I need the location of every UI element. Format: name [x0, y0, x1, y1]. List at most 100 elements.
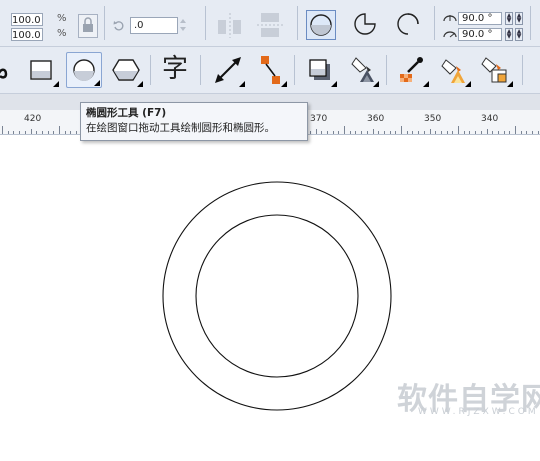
rotation-spinner-icon[interactable] [179, 18, 187, 32]
text-tool[interactable]: 字 [158, 52, 194, 88]
ruler-tick [315, 129, 317, 134]
rectangle-flyout-icon[interactable] [53, 81, 59, 87]
ruler-tick [309, 131, 311, 134]
tooltip-description: 在绘图窗口拖动工具绘制圆形和椭圆形。 [86, 122, 275, 134]
scale-width-input[interactable]: 100.0 [11, 13, 43, 26]
ruler-tick [537, 131, 539, 134]
ruler-tick [24, 131, 26, 134]
ruler-tick [76, 131, 78, 134]
drop-shadow-tool[interactable] [302, 52, 338, 88]
ruler-tick [36, 131, 38, 134]
ruler-tick [532, 131, 534, 134]
ruler-tick [452, 131, 454, 134]
ruler-tick [526, 131, 528, 134]
ruler-tick [435, 131, 437, 134]
eyedropper-tool[interactable] [394, 52, 430, 88]
ruler-tick [446, 131, 448, 134]
ruler-tick [497, 131, 499, 134]
polygon-flyout-icon[interactable] [137, 81, 143, 87]
ruler-tick [480, 131, 482, 134]
end-angle-spinner[interactable]: ▲ ▼ [505, 28, 513, 41]
ruler-label: 370 [310, 114, 328, 124]
ruler-tick [440, 131, 442, 134]
smart-fill-flyout-icon[interactable] [507, 81, 513, 87]
rotation-input[interactable]: .0 [130, 17, 178, 34]
ruler-tick [47, 131, 49, 134]
ellipse-flyout-icon[interactable] [94, 80, 100, 86]
transparency-tool[interactable] [344, 52, 380, 88]
ellipse-tool[interactable] [66, 52, 102, 88]
arc-mode-button[interactable] [394, 10, 424, 40]
ruler-tick [13, 131, 15, 134]
drop-shadow-flyout-icon[interactable] [331, 81, 337, 87]
ruler-tick [520, 131, 522, 134]
ruler-tick [401, 126, 402, 134]
ruler-tick [463, 131, 465, 134]
ruler-tick [349, 131, 351, 134]
end-angle-input[interactable]: 90.0 ° [458, 28, 502, 41]
connector-tool[interactable] [252, 52, 288, 88]
ruler-tick [366, 131, 368, 134]
toolbox: 字 [0, 47, 540, 94]
outer-circle[interactable] [162, 181, 392, 411]
ruler-tick [344, 126, 345, 134]
interactive-fill-flyout-icon[interactable] [465, 81, 471, 87]
start-angle-input[interactable]: 90.0 ° [458, 12, 502, 25]
smart-fill-tool[interactable] [478, 52, 514, 88]
ellipse-icon [310, 14, 332, 36]
start-angle-spinner[interactable]: ▲ ▼ [505, 12, 513, 25]
ruler-tick [378, 131, 380, 134]
transparency-flyout-icon[interactable] [373, 81, 379, 87]
ruler-tick [321, 131, 323, 134]
scale-height-input[interactable]: 100.0 [11, 28, 43, 41]
ruler-tick [458, 126, 459, 134]
eyedropper-flyout-icon[interactable] [423, 81, 429, 87]
ruler-tick [429, 129, 431, 134]
ruler-tick [332, 131, 334, 134]
ruler-tick [383, 131, 385, 134]
dimension-flyout-icon[interactable] [239, 81, 245, 87]
ruler-tick [492, 131, 494, 134]
scale-height-percent: % [57, 28, 67, 39]
ruler-tick [7, 131, 9, 134]
curve-icon [0, 68, 8, 79]
start-angle-icon [442, 13, 458, 25]
rectangle-tool[interactable] [24, 52, 60, 88]
ruler-tick [395, 131, 397, 134]
freehand-tool[interactable] [0, 52, 12, 88]
ruler-tick [412, 131, 414, 134]
ruler-tick [509, 131, 511, 134]
ruler-tick [53, 131, 55, 134]
inner-circle[interactable] [195, 214, 359, 378]
ruler-tick [70, 131, 72, 134]
ruler-label: 340 [481, 114, 499, 124]
end-angle-spinner-2[interactable]: ▲ ▼ [515, 28, 523, 41]
start-angle-spinner-2[interactable]: ▲ ▼ [515, 12, 523, 25]
watermark-url: WWW.RJZXW.COM [418, 407, 539, 417]
property-bar: 100.0 100.0 % % .0 90.0 ° ▲ ▼ ▲ ▼ 90.0 ° ▲… [0, 0, 540, 47]
pie-mode-button[interactable] [351, 10, 381, 40]
dimension-tool[interactable] [210, 52, 246, 88]
ruler-tick [355, 131, 357, 134]
text-tool-glyph: 字 [162, 54, 189, 84]
end-angle-icon [442, 29, 458, 41]
ruler-tick [389, 131, 391, 134]
ruler-tick [515, 126, 516, 134]
ruler-label: 420 [24, 114, 42, 124]
interactive-fill-tool[interactable] [436, 52, 472, 88]
ruler-tick [30, 129, 32, 134]
polygon-tool[interactable] [108, 52, 144, 88]
lock-ratio-icon[interactable] [78, 14, 98, 38]
mirror-horizontal-icon[interactable] [215, 11, 245, 39]
ruler-tick [475, 131, 477, 134]
ruler-tick [64, 131, 66, 134]
rotation-icon [113, 19, 125, 31]
mirror-vertical-icon[interactable] [255, 11, 285, 39]
connector-flyout-icon[interactable] [281, 81, 287, 87]
ellipse-mode-button[interactable] [306, 10, 336, 40]
ruler-tick [326, 131, 328, 134]
ruler-tick [59, 126, 60, 134]
ruler-tick [469, 131, 471, 134]
ruler-tick [406, 131, 408, 134]
scale-width-percent: % [57, 13, 67, 24]
